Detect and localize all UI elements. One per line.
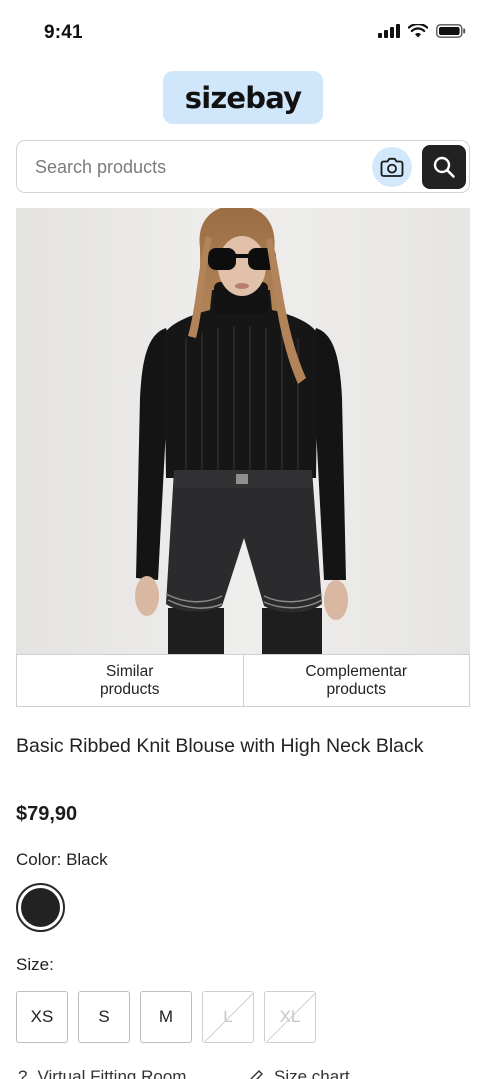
camera-icon [380, 157, 404, 177]
size-chart-label: Size chart [274, 1067, 350, 1079]
size-options: XS S M L XL [16, 991, 316, 1043]
size-option-m[interactable]: M [140, 991, 192, 1043]
search-icon [433, 156, 455, 178]
complementary-products-tab[interactable]: Complementar products [242, 655, 469, 706]
brand-logo[interactable]: sizebay [163, 71, 323, 124]
product-title: Basic Ribbed Knit Blouse with High Neck … [16, 735, 424, 757]
size-option-l: L [202, 991, 254, 1043]
size-chart-link[interactable]: Size chart [248, 1067, 350, 1079]
size-option-xs[interactable]: XS [16, 991, 68, 1043]
size-label: Size: [16, 955, 54, 974]
size-option-xl: XL [264, 991, 316, 1043]
logo-text: sizebay [184, 80, 302, 115]
virtual-fitting-room-link[interactable]: ? Virtual Fitting Room [18, 1067, 186, 1079]
battery-icon [436, 24, 466, 38]
wifi-icon [408, 24, 428, 38]
cellular-signal-icon [378, 24, 400, 38]
status-bar: 9:41 [0, 0, 486, 64]
product-photo [16, 208, 470, 654]
product-image[interactable] [16, 208, 470, 654]
search-input[interactable] [35, 153, 365, 181]
size-option-s[interactable]: S [78, 991, 130, 1043]
color-label: Color: Black [16, 850, 108, 869]
color-swatch-fill [21, 888, 60, 927]
virtual-fitting-room-label: Virtual Fitting Room [37, 1067, 187, 1079]
similar-products-tab[interactable]: Similar products [17, 655, 243, 706]
search-bar [16, 140, 470, 193]
status-icons [378, 24, 466, 38]
ruler-icon [250, 1070, 263, 1079]
status-time: 9:41 [44, 22, 83, 43]
fit-links: ? Virtual Fitting Room Size chart [16, 1067, 470, 1079]
product-price: $79,90 [16, 803, 78, 825]
search-button[interactable] [422, 145, 466, 189]
color-swatch-black[interactable] [16, 883, 65, 932]
question-mark-icon: ? [18, 1067, 28, 1079]
product-tabs: Similar products Complementar products [16, 654, 470, 707]
visual-search-button[interactable] [372, 147, 412, 187]
